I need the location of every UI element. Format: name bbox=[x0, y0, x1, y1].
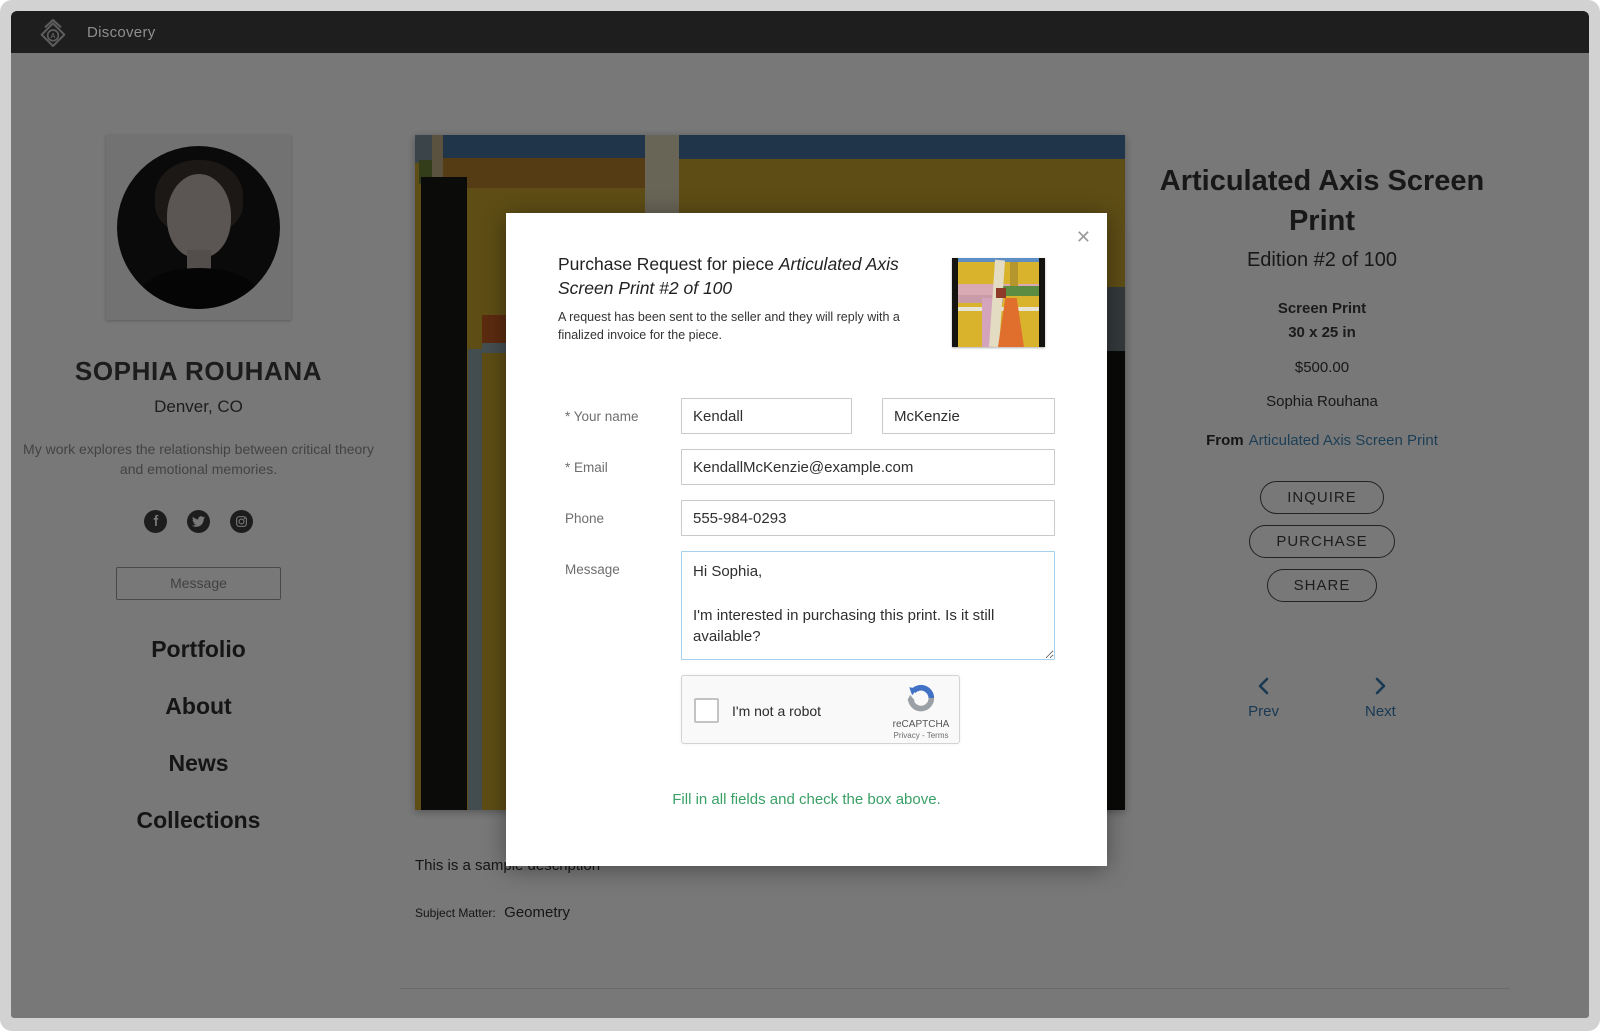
modal-subtitle: A request has been sent to the seller an… bbox=[558, 309, 938, 344]
phone-row: Phone bbox=[565, 500, 1055, 536]
modal-header: Purchase Request for piece Articulated A… bbox=[558, 253, 950, 344]
message-textarea[interactable]: Hi Sophia, I'm interested in purchasing … bbox=[681, 551, 1055, 660]
first-name-input[interactable] bbox=[681, 398, 852, 434]
app-root: A Discovery SOPHIA ROUHANA Denver, CO My bbox=[11, 11, 1589, 1018]
phone-label: Phone bbox=[565, 500, 681, 536]
thumb-shape bbox=[1002, 286, 1039, 296]
thumb-shape bbox=[1039, 258, 1045, 347]
recaptcha-brand: reCAPTCHA bbox=[892, 719, 950, 730]
message-label: Message bbox=[565, 551, 681, 660]
modal-title: Purchase Request for piece Articulated A… bbox=[558, 253, 950, 300]
artwork-thumbnail bbox=[952, 258, 1045, 347]
recaptcha-brand-box: reCAPTCHA Privacy - Terms bbox=[892, 683, 950, 740]
email-input[interactable] bbox=[681, 449, 1055, 485]
svg-text:A: A bbox=[50, 31, 56, 40]
modal-title-prefix: Purchase Request for piece bbox=[558, 254, 779, 274]
name-fields bbox=[681, 398, 1055, 434]
recaptcha-logo-icon bbox=[906, 683, 936, 713]
recaptcha-privacy-terms[interactable]: Privacy - Terms bbox=[892, 731, 950, 740]
discovery-nav-label[interactable]: Discovery bbox=[87, 24, 156, 41]
phone-input[interactable] bbox=[681, 500, 1055, 536]
recaptcha-label: I'm not a robot bbox=[732, 703, 821, 719]
artwork-archive-logo-icon: A bbox=[37, 16, 69, 48]
thumb-shape bbox=[998, 298, 1024, 347]
last-name-input[interactable] bbox=[882, 398, 1055, 434]
captcha-row: I'm not a robot reCAPTCHA Privacy - Term… bbox=[565, 675, 1055, 744]
close-icon[interactable]: ✕ bbox=[1072, 223, 1095, 252]
email-field-area bbox=[681, 449, 1055, 485]
top-nav-bar: A Discovery bbox=[11, 11, 1589, 53]
purchase-form: * Your name * Email Phone bbox=[565, 398, 1055, 759]
browser-window: A Discovery SOPHIA ROUHANA Denver, CO My bbox=[0, 0, 1600, 1031]
thumb-shape bbox=[1010, 262, 1018, 286]
message-field-area: Hi Sophia, I'm interested in purchasing … bbox=[681, 551, 1055, 660]
form-validation-note: Fill in all fields and check the box abo… bbox=[506, 791, 1107, 808]
thumb-shape bbox=[996, 288, 1006, 298]
recaptcha-widget: I'm not a robot reCAPTCHA Privacy - Term… bbox=[681, 675, 960, 744]
phone-field-area bbox=[681, 500, 1055, 536]
name-row: * Your name bbox=[565, 398, 1055, 434]
email-row: * Email bbox=[565, 449, 1055, 485]
message-row: Message Hi Sophia, I'm interested in pur… bbox=[565, 551, 1055, 660]
captcha-area: I'm not a robot reCAPTCHA Privacy - Term… bbox=[681, 675, 1055, 744]
captcha-spacer bbox=[565, 675, 681, 744]
name-label: * Your name bbox=[565, 398, 681, 434]
thumb-shape bbox=[952, 258, 958, 347]
purchase-request-modal: ✕ Purchase Request for piece Articulated… bbox=[506, 213, 1107, 866]
email-label: * Email bbox=[565, 449, 681, 485]
recaptcha-checkbox[interactable] bbox=[694, 698, 719, 723]
